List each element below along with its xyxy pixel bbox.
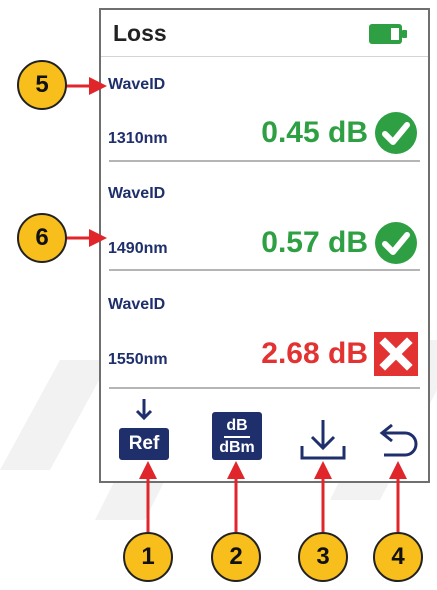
- callout-badge-5: 5: [17, 60, 67, 110]
- callout-badge-6: 6: [17, 213, 67, 263]
- callout-badge-1: 1: [123, 532, 173, 582]
- callout-badge-4: 4: [373, 532, 423, 582]
- callout-badge-2: 2: [211, 532, 261, 582]
- callout-badge-3: 3: [298, 532, 348, 582]
